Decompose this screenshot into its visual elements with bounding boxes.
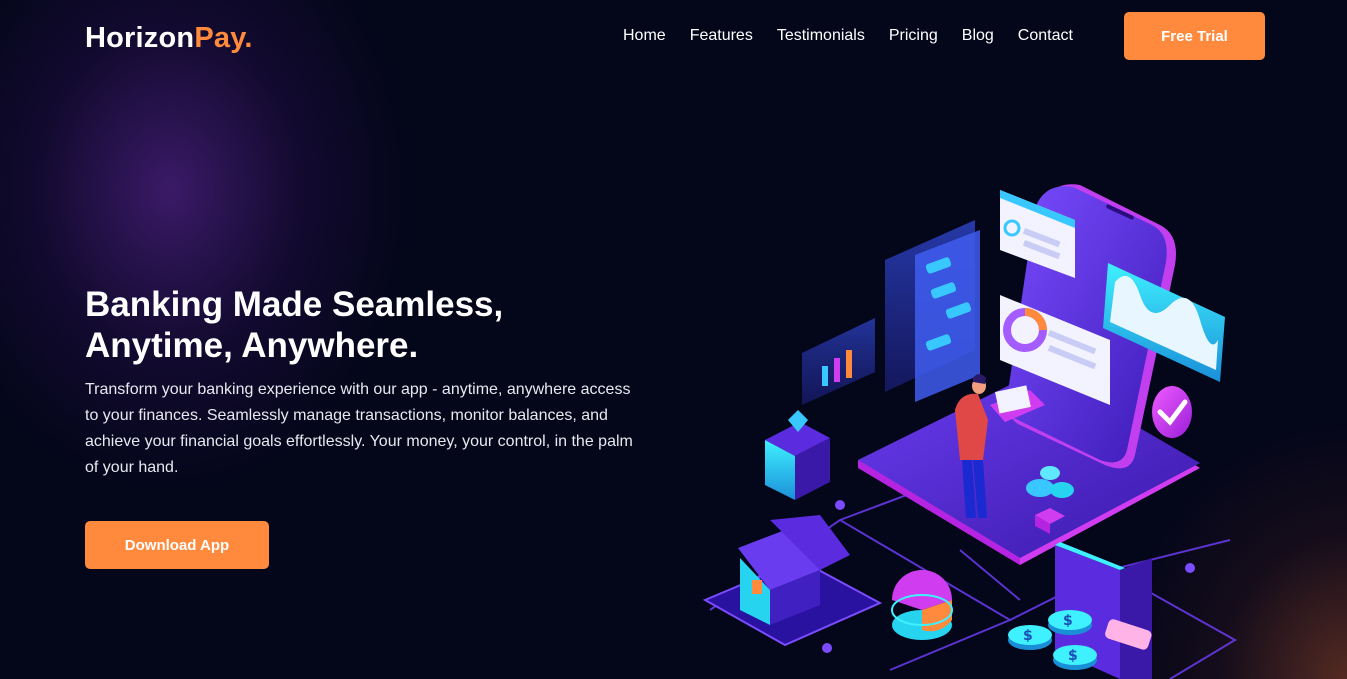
download-app-button[interactable]: Download App bbox=[85, 521, 269, 569]
nav-features[interactable]: Features bbox=[678, 24, 765, 48]
nav-home[interactable]: Home bbox=[611, 24, 678, 48]
svg-text:$: $ bbox=[1063, 613, 1073, 629]
svg-text:$: $ bbox=[1023, 628, 1033, 644]
hero-title-line2: Anytime, Anywhere. bbox=[85, 326, 419, 365]
logo-accent-text: Pay. bbox=[194, 22, 253, 54]
chat-panel-icon bbox=[885, 220, 980, 402]
hero-title-line1: Banking Made Seamless, bbox=[85, 285, 504, 324]
cabinet-icon bbox=[765, 410, 830, 500]
nav-contact[interactable]: Contact bbox=[1006, 24, 1085, 48]
hero-description: Transform your banking experience with o… bbox=[85, 381, 633, 476]
logo[interactable]: HorizonPay. bbox=[85, 20, 253, 56]
nav-pricing[interactable]: Pricing bbox=[877, 24, 950, 48]
free-trial-button[interactable]: Free Trial bbox=[1124, 12, 1265, 60]
bar-chart-panel-icon bbox=[802, 318, 875, 405]
pie-chart-icon bbox=[891, 570, 953, 640]
svg-text:$: $ bbox=[1068, 648, 1078, 664]
hero-title: Banking Made Seamless, Anytime, Anywhere… bbox=[85, 284, 645, 366]
main-nav: Home Features Testimonials Pricing Blog … bbox=[611, 24, 1085, 48]
nav-blog[interactable]: Blog bbox=[950, 24, 1006, 48]
checkmark-badge-icon bbox=[1152, 386, 1192, 438]
landing-page: HorizonPay. Home Features Testimonials P… bbox=[0, 0, 1347, 679]
mobile-banking-illustration: $ $ $ bbox=[702, 184, 1237, 679]
house-icon bbox=[702, 515, 883, 647]
logo-main-text: Horizon bbox=[85, 22, 195, 54]
nav-testimonials[interactable]: Testimonials bbox=[765, 24, 877, 48]
